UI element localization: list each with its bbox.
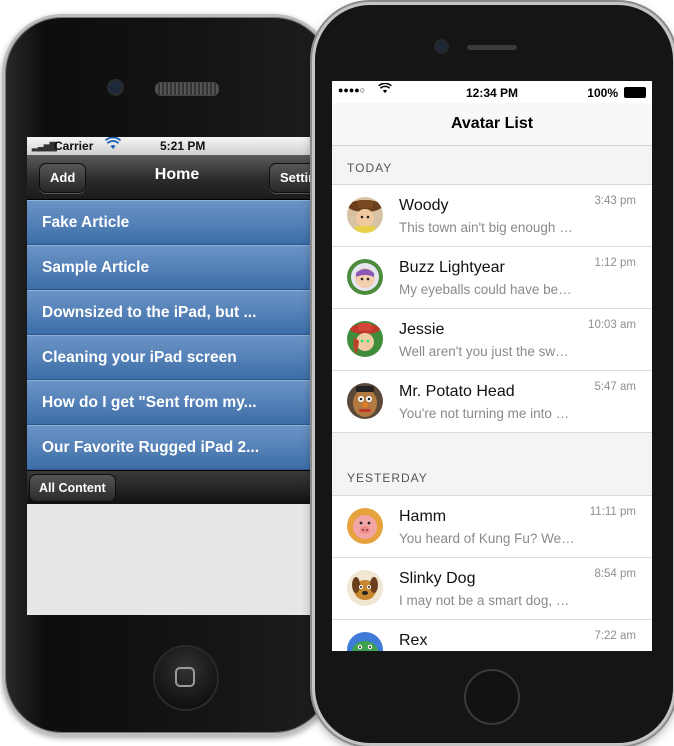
article-list: Fake Article Sample Article Downsized to… (27, 200, 327, 470)
message-time: 10:03 am (588, 319, 636, 331)
message-preview: My eyeballs could have been sucked from … (399, 282, 575, 297)
section-separator (332, 432, 652, 461)
message-time: 7:22 am (594, 630, 636, 642)
list-item[interactable]: Fake Article (27, 200, 327, 245)
table-row[interactable]: Slinky Dog I may not be a smart dog, but… (332, 558, 652, 620)
dinosaur-avatar-icon (347, 632, 383, 651)
earpiece-speaker (467, 45, 517, 50)
message-preview: Well aren't you just the sweetest (399, 344, 575, 359)
potato-avatar-icon (347, 383, 383, 419)
home-square-icon (175, 667, 195, 687)
status-time: 5:21 PM (160, 139, 206, 153)
message-time: 8:54 pm (594, 568, 636, 580)
cowboy-avatar-icon (347, 197, 383, 233)
battery-icon (624, 87, 646, 98)
carrier-label: Carrier (54, 139, 94, 153)
list-item[interactable]: How do I get "Sent from my... (27, 380, 327, 425)
list-item[interactable]: Cleaning your iPad screen (27, 335, 327, 380)
section-header-yesterday: YESTERDAY (332, 461, 652, 496)
cowgirl-avatar-icon (347, 321, 383, 357)
navigation-bar: Avatar List (332, 103, 652, 146)
nav-title: Avatar List (450, 115, 534, 132)
battery-percent: 100% (587, 86, 618, 100)
earpiece-speaker (155, 82, 219, 96)
contact-name: Jessie (399, 321, 445, 338)
old-iphone-device: ▂▃▅▇ Carrier 5:21 PM Add Home Settings F… (2, 14, 334, 736)
all-content-button[interactable]: All Content (29, 474, 116, 502)
section-header-today: TODAY (332, 146, 652, 185)
table-row[interactable]: Buzz Lightyear My eyeballs could have be… (332, 247, 652, 309)
message-preview: You're not turning me into a martian (399, 406, 575, 421)
contact-name: Rex (399, 632, 428, 649)
message-preview: You heard of Kung Fu? Well get ready (399, 531, 575, 546)
old-iphone-screen: ▂▃▅▇ Carrier 5:21 PM Add Home Settings F… (27, 137, 327, 615)
status-bar: ▂▃▅▇ Carrier 5:21 PM (27, 137, 327, 155)
home-button[interactable] (155, 647, 217, 709)
front-camera-icon (109, 81, 122, 94)
signal-bars-icon: ▂▃▅▇ (32, 141, 57, 151)
pig-avatar-icon (347, 508, 383, 544)
status-bar: ●●●●○ 12:34 PM 100% (332, 81, 652, 103)
navigation-bar: Add Home Settings (27, 155, 327, 200)
contact-name: Slinky Dog (399, 570, 476, 587)
message-preview: I may not be a smart dog, but I know wha… (399, 593, 575, 608)
list-item[interactable]: Sample Article (27, 245, 327, 290)
list-item[interactable]: Our Favorite Rugged iPad 2... (27, 425, 327, 470)
iphone-6-screen: ●●●●○ 12:34 PM 100% Avatar List TODAY Wo… (332, 81, 652, 651)
list-item[interactable]: Downsized to the iPad, but ... (27, 290, 327, 335)
table-row[interactable]: Jessie Well aren't you just the sweetest… (332, 309, 652, 371)
iphone-6-device: ●●●●○ 12:34 PM 100% Avatar List TODAY Wo… (312, 2, 674, 746)
bottom-toolbar: All Content (27, 470, 327, 504)
table-row[interactable]: Hamm You heard of Kung Fu? Well get read… (332, 496, 652, 558)
message-time: 1:12 pm (594, 257, 636, 269)
message-time: 11:11 pm (589, 506, 636, 518)
table-row[interactable]: Rex 7:22 am (332, 620, 652, 651)
contact-name: Mr. Potato Head (399, 383, 515, 400)
table-row[interactable]: Mr. Potato Head You're not turning me in… (332, 371, 652, 432)
home-button[interactable] (464, 669, 520, 725)
contact-name: Hamm (399, 508, 447, 525)
contact-name: Buzz Lightyear (399, 259, 505, 276)
dog-avatar-icon (347, 570, 383, 606)
astronaut-avatar-icon (347, 259, 383, 295)
message-preview: This town ain't big enough for the two o… (399, 220, 575, 235)
table-row[interactable]: Woody This town ain't big enough for the… (332, 185, 652, 247)
wifi-icon (104, 137, 122, 153)
message-time: 5:47 am (594, 381, 636, 393)
contact-name: Woody (399, 197, 449, 214)
front-camera-icon (436, 41, 447, 52)
message-time: 3:43 pm (594, 195, 636, 207)
